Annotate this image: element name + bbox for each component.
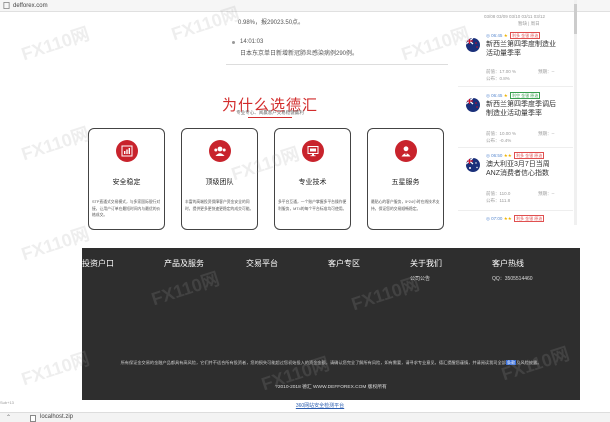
- divider: [226, 64, 448, 65]
- divider: [458, 147, 573, 148]
- event-time: ◎ 07:00: [486, 216, 503, 221]
- economic-calendar: 03/08 03/09 03/10 03/11 03/12 暂缺 | 周日 ◎ …: [458, 0, 578, 225]
- section-subtitle: 专业专心、阅赢客户交易稳健赢利: [236, 110, 304, 115]
- team-icon: [209, 140, 231, 162]
- download-filename[interactable]: localhost.zip: [40, 414, 73, 420]
- download-bar: ⌃ localhost.zip: [0, 412, 610, 422]
- feature-card-security[interactable]: 安全稳定 STP直通式交易模式，与多家国际银行对接，让用户订单在最短时间内与最优…: [88, 128, 165, 230]
- card-description: 多平台互通，一个账户掌握多平台操作便利服务，MT4的每个平台标准均可使用。: [278, 200, 347, 211]
- feature-card-service[interactable]: 五星服务 最贴心的客户服务，5*24小时在线技术支持，保证您的交易顺畅稳定。: [367, 128, 444, 230]
- footer-link-products[interactable]: 产品及服务: [164, 258, 204, 269]
- card-title: 顶级团队: [205, 179, 234, 186]
- importance-stars: ★★: [503, 216, 512, 221]
- footer-link-platform[interactable]: 交易平台: [246, 258, 278, 269]
- event-actual: 公布：111.8: [486, 198, 511, 203]
- screen-icon: [302, 140, 324, 162]
- week-label: 暂缺 | 周日: [518, 21, 540, 26]
- event-title[interactable]: 澳大利亚3月7日当周ANZ消费者信心指数: [486, 160, 556, 178]
- url-text[interactable]: defforex.com: [13, 3, 48, 9]
- footer-link-accounts[interactable]: 投资户口: [82, 258, 114, 269]
- copyright: ?2010-2018 德汇 WWW.DEFFOREX.COM 版权所有: [275, 385, 387, 390]
- page: defforex.com 0.98%，报29023.50点。 14:01:03 …: [0, 0, 610, 422]
- footer-link-hotline[interactable]: 客户热线: [492, 258, 524, 269]
- card-title: 安全稳定: [112, 179, 141, 186]
- event-actual: 公布：-0.4%: [486, 138, 512, 143]
- impact-tag: 利空 金银 原油: [510, 92, 541, 99]
- disclaimer-text-end: 及风险披露。: [516, 360, 542, 365]
- event-prev: 前值：110.0: [486, 191, 511, 196]
- importance-stars: ★: [503, 33, 508, 38]
- au-flag-icon: [466, 158, 480, 172]
- importance-stars: ★: [503, 93, 508, 98]
- impact-tag: 利多 金银 原油: [514, 152, 545, 159]
- watermark: FX110网: [18, 123, 92, 165]
- card-description: 最贴心的客户服务，5*24小时在线技术支持，保证您的交易顺畅稳定。: [371, 200, 440, 211]
- title-underline: [248, 117, 292, 118]
- event-forecast: 预期：--: [538, 191, 555, 196]
- news-line: 0.98%，报29023.50点。: [238, 20, 305, 26]
- file-icon: [30, 415, 36, 422]
- site-footer: 投资户口 产品及服务 交易平台 客户专区 关于我们 客户热线 公司公告 QQ：3…: [82, 248, 580, 400]
- chart-icon: [116, 140, 138, 162]
- card-description: 丰富的高端投资保障客户资金安全的同时，提供更多更快速更稳定的成交可能。: [185, 200, 254, 211]
- divider: [458, 86, 573, 87]
- event-time: ◎ 06:45: [486, 33, 503, 38]
- event-prev: 前值：17.00 %: [486, 69, 517, 74]
- service-icon: [395, 140, 417, 162]
- divider: [458, 210, 573, 211]
- event-prev: 前值：10.00 %: [486, 131, 517, 136]
- status-text: Sub+13: [0, 400, 14, 405]
- card-title: 五星服务: [391, 179, 420, 186]
- importance-stars: ★★: [503, 153, 512, 158]
- calendar-dates[interactable]: 03/08 03/09 03/10 03/11 03/12: [484, 14, 545, 19]
- event-title[interactable]: 新西兰第四季度制造业活动量季率: [486, 40, 556, 58]
- event-time: ◎ 06:45: [486, 93, 503, 98]
- impact-tag: 利多 金银 原油: [510, 32, 541, 39]
- news-line[interactable]: 日本东京单日新增新冠肺炎感染病例290例。: [240, 48, 358, 57]
- security-check-link[interactable]: 360网站安全检测平台: [260, 402, 380, 409]
- footer-qq: QQ：3505514460: [492, 276, 533, 282]
- event-forecast: 预期：--: [538, 131, 555, 136]
- footer-link-announcements[interactable]: 公司公告: [410, 275, 430, 282]
- nz-flag-icon: [466, 38, 480, 52]
- card-description: STP直通式交易模式，与多家国际银行对接，让用户订单在最短时间内与最优的价格成交…: [92, 200, 161, 217]
- event-time: ◎ 06:50: [486, 153, 503, 158]
- calendar-scroll-thumb[interactable]: [574, 4, 577, 34]
- footer-link-about[interactable]: 关于我们: [410, 258, 442, 269]
- news-time: 14:01:03: [240, 39, 264, 45]
- disclaimer-text: 所有保证金交易的金融产品都具有高风险，它们并不适合所有投资者，您的损失可能超过您…: [120, 360, 506, 365]
- risk-disclaimer: 所有保证金交易的金融产品都具有高风险，它们并不适合所有投资者，您的损失可能超过您…: [84, 359, 578, 366]
- nz-flag-icon: [466, 98, 480, 112]
- footer-link-client-area[interactable]: 客户专区: [328, 258, 360, 269]
- event-actual: 公布：0.8%: [486, 76, 510, 81]
- bullet-icon: [232, 41, 235, 44]
- impact-tag: 利多 金银 原油: [514, 215, 545, 222]
- feature-card-technology[interactable]: 专业技术 多平台互通，一个账户掌握多平台操作便利服务，MT4的每个平台标准均可使…: [274, 128, 351, 230]
- event-forecast: 预期：--: [538, 69, 555, 74]
- event-title[interactable]: 新西兰第四季度季调后制造业活动量季率: [486, 100, 556, 118]
- feature-card-team[interactable]: 顶级团队 丰富的高端投资保障客户资金安全的同时，提供更多更快速更稳定的成交可能。: [181, 128, 258, 230]
- watermark: FX110网: [18, 23, 92, 65]
- terms-link[interactable]: 条款: [505, 360, 517, 365]
- card-title: 专业技术: [298, 179, 327, 186]
- news-snippet: 0.98%，报29023.50点。 14:01:03 日本东京单日新增新冠肺炎感…: [226, 12, 448, 62]
- page-icon: [3, 2, 10, 9]
- chevron-up-icon[interactable]: ⌃: [6, 414, 11, 421]
